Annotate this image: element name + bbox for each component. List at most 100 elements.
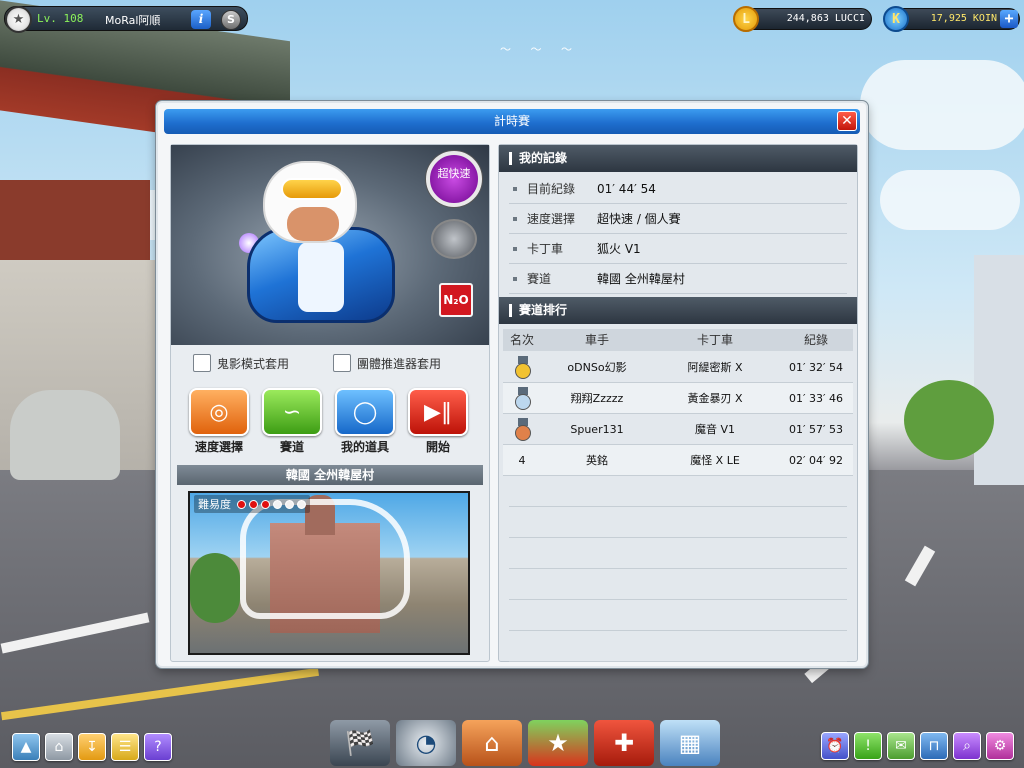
alert-icon[interactable]: ! — [854, 732, 882, 760]
team-booster-checkbox[interactable]: 團體推進器套用 — [333, 353, 441, 373]
speedometer-icon[interactable]: ◔ — [396, 720, 456, 766]
start-button[interactable]: ▶‖ 開始 — [406, 388, 470, 455]
track-button[interactable]: ∽ 賽道 — [260, 388, 324, 455]
tree — [904, 380, 994, 460]
player-info-bar: ★ Lv. 108 MoRal阿順 i S — [4, 6, 248, 33]
ranking-row[interactable]: 翔翔Zzzzz 黃金暴刃 X 01′ 33′ 46 — [503, 383, 853, 414]
player-level: Lv. 108 — [37, 12, 84, 25]
koin-balance: K 17,925 KOIN + — [883, 6, 1020, 32]
left-panel: 超快速 N₂O 鬼影模式套用 團體推進器套用 ◎ 速度選擇 ∽ 賽道 ◯ 我的道… — [170, 144, 490, 662]
home-icon[interactable]: ⌂ — [45, 733, 73, 761]
empty-ranking-row — [509, 538, 847, 569]
right-panel: 我的記錄 目前紀錄 01′ 44′ 54 速度選擇 超快速 / 個人賽 卡丁車 … — [498, 144, 858, 662]
kart-name: 阿緹密斯 X — [687, 361, 743, 374]
record-row: 賽道 韓國 全州韓屋村 — [509, 264, 847, 294]
record-key: 卡丁車 — [527, 242, 564, 256]
empty-ranking-row — [509, 600, 847, 631]
main-menu-bar: 🏁 ◔ ⌂ ★ ✚ ▦ — [330, 720, 720, 766]
track-map-overlay — [240, 499, 410, 619]
ghost-mode-label: 鬼影模式套用 — [217, 356, 290, 371]
kart-garage-icon[interactable]: 🏁 — [330, 720, 390, 766]
option-checkboxes: 鬼影模式套用 團體推進器套用 — [193, 353, 483, 375]
info-button[interactable]: i — [191, 10, 211, 29]
stone-lion — [10, 390, 120, 480]
col-racer: 車手 — [584, 333, 609, 347]
download-icon[interactable]: ↧ — [78, 733, 106, 761]
my-items-button[interactable]: ◯ 我的道具 — [333, 388, 397, 455]
checkbox-box[interactable] — [333, 354, 351, 372]
speed-mode-badge[interactable]: 超快速 — [426, 151, 482, 207]
empty-ranking-row — [509, 476, 847, 507]
col-time: 紀錄 — [803, 333, 828, 347]
n2o-booster-icon[interactable]: N₂O — [439, 283, 473, 317]
track-preview-image: 難易度 — [188, 491, 470, 655]
ranking-row[interactable]: Spuer131 魔音 V1 01′ 57′ 53 — [503, 414, 853, 445]
record-row: 速度選擇 超快速 / 個人賽 — [509, 204, 847, 234]
silver-medal-icon — [515, 387, 531, 411]
dialog-title: 計時賽 — [164, 109, 860, 134]
difficulty-dot — [273, 499, 282, 509]
ghost-mode-checkbox[interactable]: 鬼影模式套用 — [193, 353, 289, 373]
empty-ranking-row — [509, 631, 847, 662]
col-kart: 卡丁車 — [696, 333, 733, 347]
difficulty-dot — [261, 499, 270, 509]
lucci-balance: L 244,863 LUCCI — [733, 6, 872, 32]
rank-number: 4 — [518, 454, 526, 467]
search-icon[interactable]: ⌕ — [953, 732, 981, 760]
difficulty-dot — [297, 499, 306, 509]
building-icon[interactable]: ▦ — [660, 720, 720, 766]
lucci-amount: 244,863 LUCCI — [786, 13, 865, 24]
difficulty-label: 難易度 — [198, 498, 231, 511]
record-value: 韓國 全州韓屋村 — [597, 272, 685, 286]
alarm-icon[interactable]: ⏰ — [821, 732, 849, 760]
pet-icon[interactable] — [431, 219, 477, 259]
inventory-icon[interactable]: ▲ — [12, 733, 40, 761]
bronze-medal-icon — [515, 418, 531, 442]
speed-select-label: 速度選擇 — [194, 440, 243, 454]
checkbox-box[interactable] — [193, 354, 211, 372]
team-booster-label: 團體推進器套用 — [357, 356, 442, 371]
chat-icon[interactable]: ✉ — [887, 732, 915, 760]
record-value: 狐火 V1 — [597, 242, 641, 256]
time-trial-dialog: 計時賽 ✕ 超快速 N₂O 鬼影模式套用 團體推進器套用 ◎ 速度選擇 ∽ 賽道… — [156, 101, 868, 668]
ranking-table-header: 名次 車手 卡丁車 紀錄 — [503, 329, 853, 351]
speed-gauge-icon: ◎ — [189, 388, 249, 436]
speed-select-button[interactable]: ◎ 速度選擇 — [187, 388, 251, 455]
kart-name: 黃金暴刃 X — [687, 392, 743, 405]
record-value: 超快速 / 個人賽 — [597, 212, 681, 226]
play-pause-icon: ▶‖ — [408, 388, 468, 436]
my-record-header: 我的記錄 — [499, 145, 857, 172]
shop-icon[interactable]: ⌂ — [462, 720, 522, 766]
market-icon[interactable]: ★ — [528, 720, 588, 766]
ranking-row[interactable]: 4 英銘 魔怪 X LE 02′ 04′ 92 — [503, 445, 853, 476]
col-rank: 名次 — [509, 333, 534, 347]
goggle-icon — [281, 178, 343, 200]
status-button[interactable]: S — [221, 10, 241, 30]
bottom-left-toolbar: ▲ ⌂ ↧ ☰ ? — [12, 733, 172, 761]
difficulty-indicator: 難易度 — [194, 495, 310, 513]
track-label: 賽道 — [279, 440, 304, 454]
difficulty-dot — [249, 499, 258, 509]
racer-name: 英銘 — [586, 454, 608, 467]
notes-icon[interactable]: ☰ — [111, 733, 139, 761]
add-koin-button[interactable]: + — [1000, 10, 1018, 28]
settings-icon[interactable]: ⚙ — [986, 732, 1014, 760]
record-time: 02′ 04′ 92 — [789, 454, 843, 467]
ranking-header: 賽道排行 — [499, 297, 857, 324]
my-items-label: 我的道具 — [340, 440, 389, 454]
koin-coin-icon: K — [883, 6, 909, 32]
kart-name: 魔怪 X LE — [690, 454, 740, 467]
record-time: 01′ 57′ 53 — [789, 423, 843, 436]
birds-icon: 〜 〜 〜 — [500, 43, 580, 56]
player-name: MoRal阿順 — [105, 14, 161, 27]
record-key: 賽道 — [527, 272, 552, 286]
close-button[interactable]: ✕ — [837, 111, 857, 131]
racer-name: oDNSo幻影 — [567, 361, 627, 374]
help-icon[interactable]: ? — [144, 733, 172, 761]
toolbox-icon[interactable]: ✚ — [594, 720, 654, 766]
ranking-row[interactable]: oDNSo幻影 阿緹密斯 X 01′ 32′ 54 — [503, 352, 853, 383]
board-icon[interactable]: ⊓ — [920, 732, 948, 760]
top-hud: ★ Lv. 108 MoRal阿順 i S 〜 〜 〜 L 244,863 LU… — [4, 6, 1020, 56]
record-row: 卡丁車 狐火 V1 — [509, 234, 847, 264]
track-icon: ∽ — [262, 388, 322, 436]
